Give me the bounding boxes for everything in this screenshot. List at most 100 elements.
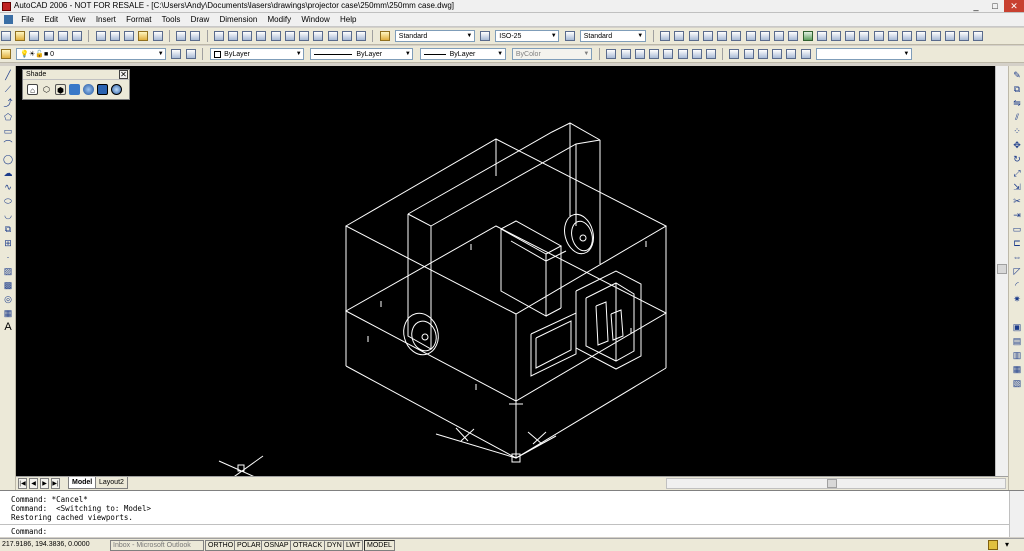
gradient-icon[interactable]: ▩ [3,280,13,290]
autocad-app-icon[interactable] [2,2,11,11]
table-style-select[interactable]: Standard ▼ [579,30,646,42]
explode-icon[interactable]: ✷ [1012,294,1022,304]
design-center-icon[interactable] [284,31,295,41]
prev-tab-button[interactable]: ◀ [29,478,38,489]
view-front-icon[interactable] [717,31,728,41]
gouraud-shaded-icon[interactable] [83,84,94,95]
ucs-previous-icon[interactable] [845,31,856,41]
lineweight-select[interactable]: ByLayer ▼ [419,48,506,60]
block-editor-icon[interactable] [152,31,163,41]
layer-select[interactable]: 💡☀🔓■ 0 ▼ [16,48,167,60]
publish-icon[interactable] [72,31,83,41]
polygon-icon[interactable]: ⬠ [3,112,13,122]
model-toggle[interactable]: MODEL [364,540,395,551]
zoom-previous-icon[interactable] [256,31,267,41]
gouraud-icon[interactable] [677,49,688,59]
table-style-icon[interactable] [564,31,575,41]
extend-icon[interactable]: ⇥ [1012,210,1022,220]
gouraud-edges-icon[interactable] [705,49,716,59]
ortho-toggle[interactable]: ORTHO [205,540,237,551]
chamfer-icon[interactable]: ◸ [1012,266,1022,276]
bring-front-icon[interactable]: ▤ [1012,336,1022,346]
ucs-origin-icon[interactable] [902,31,913,41]
tool-palettes-icon[interactable] [299,31,310,41]
otrack-toggle[interactable]: OTRACK [290,540,326,551]
scroll-thumb[interactable] [827,479,837,488]
dyn-toggle[interactable]: DYN [324,540,345,551]
ellipse-arc-icon[interactable]: ◡ [3,210,13,220]
ucs-face-icon[interactable] [859,31,870,41]
ucs-icon[interactable] [816,31,827,41]
plot-icon[interactable] [43,31,54,41]
multiline-text-icon[interactable]: A [3,322,13,333]
erase-icon[interactable]: ✎ [1012,70,1022,80]
markup-icon[interactable] [327,31,338,41]
construction-line-icon[interactable]: ⟋ [3,84,13,94]
document-menu-icon[interactable] [4,15,13,24]
close-icon[interactable]: ✕ [119,70,128,79]
tab-model[interactable]: Model [68,477,97,489]
communication-center-icon[interactable] [988,540,998,550]
menu-dimension[interactable]: Dimension [215,13,261,27]
hidden-icon[interactable] [649,49,660,59]
menu-draw[interactable]: Draw [187,13,214,27]
vertical-scrollbar[interactable] [995,66,1008,476]
shade-2d-icon[interactable] [620,49,631,59]
layer-manager-icon[interactable] [1,49,11,59]
3d-wireframe-icon[interactable]: ⬡ [41,84,52,95]
help-icon[interactable] [356,31,367,41]
rectangle-icon[interactable]: ▭ [3,126,13,136]
zoom-window-icon[interactable] [242,31,253,41]
paste-icon[interactable] [124,31,135,41]
flat-shaded-icon[interactable] [69,84,80,95]
nw-iso-icon[interactable] [788,31,799,41]
solid-intersect-icon[interactable] [772,49,783,59]
match-properties-icon[interactable] [138,31,149,41]
solid-box-icon[interactable] [729,49,740,59]
orbit-icon[interactable] [802,31,813,41]
maximize-button[interactable]: □ [985,0,1005,12]
ucs-world-icon[interactable] [831,31,842,41]
ucs-x-icon[interactable] [944,31,955,41]
stretch-icon[interactable]: ⇲ [1012,182,1022,192]
make-block-icon[interactable]: ⊞ [3,238,13,248]
table-icon[interactable]: ▦ [3,308,13,318]
ucs-object-icon[interactable] [873,31,884,41]
lwt-toggle[interactable]: LWT [343,540,364,551]
break-icon[interactable]: ⊏ [1012,238,1022,248]
menu-file[interactable]: File [17,13,38,27]
pan-icon[interactable] [213,31,224,41]
ucs-y-icon[interactable] [959,31,970,41]
menu-modify[interactable]: Modify [264,13,296,27]
scroll-thumb[interactable] [997,264,1007,274]
linetype-select[interactable]: ByLayer ▼ [310,48,414,60]
color-select[interactable]: ByLayer ▼ [210,48,305,60]
gouraud-edges-icon[interactable] [111,84,122,95]
menu-insert[interactable]: Insert [92,13,120,27]
move-icon[interactable]: ✥ [1012,140,1022,150]
command-scrollbar[interactable] [1009,491,1024,537]
close-button[interactable]: ✕ [1004,0,1024,12]
viewports-icon[interactable] [606,49,617,59]
shade-toolbar-header[interactable]: Shade ✕ [23,70,129,80]
ucs-zaxis-icon[interactable] [916,31,927,41]
model-space-drawing-area[interactable] [16,66,995,476]
redo-icon[interactable] [190,31,201,41]
hatch-icon[interactable]: ▨ [3,266,13,276]
ucs-3point-icon[interactable] [930,31,941,41]
menu-window[interactable]: Window [297,13,333,27]
solid-slice-icon[interactable] [786,49,797,59]
shade-toolbar[interactable]: Shade ✕ ⌂ ⬡ ⬢ [22,69,130,100]
send-under-icon[interactable]: ▧ [1012,378,1022,388]
line-icon[interactable]: ╱ [3,70,13,80]
array-icon[interactable]: ⁘ [1012,126,1022,136]
insert-block-icon[interactable]: ⧉ [3,224,13,234]
offset-icon[interactable]: ⫽ [1012,112,1022,122]
open-icon[interactable] [15,31,26,41]
cut-icon[interactable] [95,31,106,41]
draworder-icon[interactable]: ▣ [1012,322,1022,332]
scale-icon[interactable]: ⤢ [1012,168,1022,178]
next-tab-button[interactable]: ▶ [40,478,49,489]
view-bottom-icon[interactable] [674,31,685,41]
properties-icon[interactable] [270,31,281,41]
